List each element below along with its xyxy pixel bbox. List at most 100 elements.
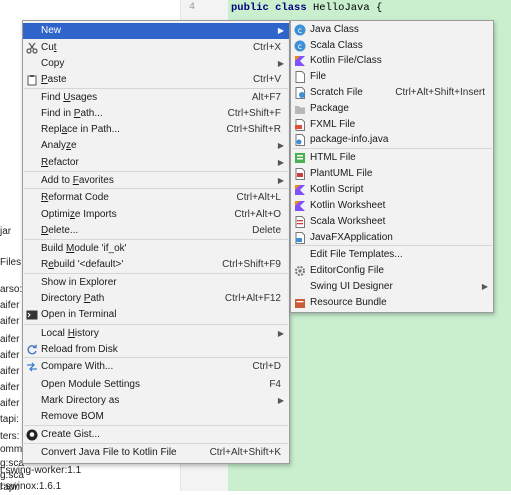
context-menu-item[interactable]: Refactor ▶ [23, 155, 289, 171]
reload-icon [26, 344, 38, 356]
menu-item-label: New [41, 25, 62, 36]
menu-item-label: Add to Favorites [41, 175, 114, 186]
menu-separator [24, 425, 288, 426]
kotlin-script-icon [294, 184, 306, 196]
context-menu-item[interactable]: Paste Ctrl+V [23, 72, 289, 88]
submenu-item-label: JavaFXApplication [310, 232, 393, 243]
menu-item-label: Local History [41, 328, 99, 339]
context-menu-item[interactable]: Mark Directory as ▶ [23, 393, 289, 409]
new-submenu-item[interactable]: Kotlin File/Class [291, 53, 493, 69]
new-submenu-item[interactable]: File [291, 69, 493, 85]
menu-item-label: Open Module Settings [41, 379, 140, 390]
new-submenu-item[interactable]: PlantUML File [291, 166, 493, 182]
context-menu-item[interactable]: Build Module 'if_ok' [23, 241, 289, 257]
submenu-arrow-icon: ▶ [277, 141, 284, 150]
menu-item-label: Delete... [41, 225, 79, 236]
menu-item-label: Show in Explorer [41, 277, 117, 288]
submenu-item-label: PlantUML File [310, 168, 373, 179]
new-submenu-item[interactable]: c Scala Class [291, 38, 493, 54]
menu-item-label: Rebuild '<default>' [41, 259, 124, 270]
menu-item-shortcut: F4 [269, 379, 281, 390]
context-menu-item[interactable]: Create Gist... [23, 427, 289, 443]
github-icon [26, 429, 38, 441]
context-menu-item[interactable]: Compare With... Ctrl+D [23, 359, 289, 375]
menu-item-label: Convert Java File to Kotlin File [41, 447, 177, 458]
kotlin-worksheet-icon [294, 200, 306, 212]
menu-item-label: Refactor [41, 157, 79, 168]
library-item: t:swing-worker:1.1 [0, 465, 82, 476]
context-menu-item[interactable]: Convert Java File to Kotlin File Ctrl+Alt… [23, 445, 289, 461]
line-number: 4 [189, 2, 196, 13]
new-submenu-item[interactable]: Edit File Templates... [291, 247, 493, 263]
context-menu-item[interactable]: Show in Explorer [23, 275, 289, 291]
context-menu-item[interactable]: Delete... Delete [23, 223, 289, 239]
new-submenu-item[interactable]: EditorConfig File [291, 263, 493, 279]
submenu-item-label: Package [310, 103, 349, 114]
context-menu-item[interactable]: Replace in Path... Ctrl+Shift+R [23, 122, 289, 138]
menu-item-label: Compare With... [41, 361, 114, 372]
keyword-class: class [275, 2, 307, 14]
menu-separator [24, 273, 288, 274]
menu-separator [24, 443, 288, 444]
menu-separator [24, 171, 288, 172]
new-submenu-item[interactable]: Scratch File Ctrl+Alt+Shift+Insert [291, 85, 493, 101]
new-submenu-item[interactable]: Kotlin Script [291, 182, 493, 198]
context-menu-item[interactable]: Analyze ▶ [23, 138, 289, 154]
new-submenu-item[interactable]: Package [291, 101, 493, 117]
new-submenu-item[interactable]: HTML File [291, 150, 493, 166]
new-submenu-item[interactable]: Scala Worksheet [291, 214, 493, 230]
context-menu-item[interactable]: Open in Terminal [23, 307, 289, 323]
context-menu-item[interactable]: Rebuild '<default>' Ctrl+Shift+F9 [23, 257, 289, 273]
new-submenu-item[interactable]: JavaFXApplication [291, 230, 493, 246]
menu-item-shortcut: Ctrl+Alt+O [234, 209, 281, 220]
context-menu-item[interactable]: Remove BOM [23, 409, 289, 425]
submenu-item-label: Kotlin Script [310, 184, 364, 195]
menu-item-label: Optimize Imports [41, 209, 117, 220]
menu-item-label: Reformat Code [41, 192, 109, 203]
new-submenu-item[interactable]: FXML File [291, 117, 493, 133]
kotlin-file-icon [294, 55, 306, 67]
submenu-item-label: Scala Class [310, 40, 363, 51]
context-menu-item[interactable]: Reload from Disk [23, 342, 289, 358]
submenu-item-label: Scala Worksheet [310, 216, 386, 227]
context-menu-item[interactable]: Reformat Code Ctrl+Alt+L [23, 190, 289, 206]
submenu-arrow-icon: ▶ [277, 176, 284, 185]
java-class-icon: c [294, 24, 306, 36]
new-submenu-item[interactable]: c Java Class [291, 22, 493, 38]
submenu-item-label: FXML File [310, 119, 356, 130]
menu-item-shortcut: Ctrl+Alt+Shift+K [209, 447, 281, 458]
context-menu-item[interactable]: New ▶ [23, 23, 289, 39]
new-submenu-item[interactable]: package-info.java [291, 132, 493, 148]
new-submenu-item[interactable]: Resource Bundle [291, 295, 493, 311]
submenu-item-label: Resource Bundle [310, 297, 387, 308]
submenu-arrow-icon: ▶ [277, 59, 284, 68]
new-submenu-item[interactable]: Kotlin Worksheet [291, 198, 493, 214]
plantuml-file-icon [294, 168, 306, 180]
submenu-item-label: HTML File [310, 152, 356, 163]
context-menu-item[interactable]: Add to Favorites ▶ [23, 173, 289, 189]
resource-bundle-icon [294, 297, 306, 309]
menu-item-label: Copy [41, 58, 65, 69]
context-menu-item[interactable]: Copy ▶ [23, 56, 289, 72]
gear-icon [294, 265, 306, 277]
context-menu-item[interactable]: Local History ▶ [23, 326, 289, 342]
context-menu-item[interactable]: Cut Ctrl+X [23, 40, 289, 56]
menu-item-label: Find in Path... [41, 108, 103, 119]
project-tree: jar Files arso: aifer aifer aifer aifer aifer ai… [0, 0, 24, 493]
menu-item-shortcut: Ctrl+X [252, 42, 281, 53]
submenu-item-label: package-info.java [310, 134, 389, 145]
submenu-item-label: Kotlin Worksheet [310, 200, 386, 211]
context-menu-item[interactable]: Optimize Imports Ctrl+Alt+O [23, 207, 289, 223]
svg-text:c: c [298, 26, 302, 35]
context-menu-item[interactable]: Find in Path... Ctrl+Shift+F [23, 106, 289, 122]
context-menu-item[interactable]: Directory Path Ctrl+Alt+F12 [23, 291, 289, 307]
menu-item-shortcut: Ctrl+D [252, 361, 281, 372]
new-submenu-item[interactable]: Swing UI Designer ▶ [291, 279, 493, 295]
scala-worksheet-icon [294, 216, 306, 228]
new-submenu: c Java Class c Scala Class Kotlin File/Class… [290, 20, 494, 313]
menu-separator [24, 324, 288, 325]
context-menu-item[interactable]: Find Usages Alt+F7 [23, 90, 289, 106]
menu-item-shortcut: Ctrl+Shift+F [227, 108, 281, 119]
menu-item-shortcut: Ctrl+Alt+F12 [224, 293, 281, 304]
context-menu-item[interactable]: Open Module Settings F4 [23, 377, 289, 393]
